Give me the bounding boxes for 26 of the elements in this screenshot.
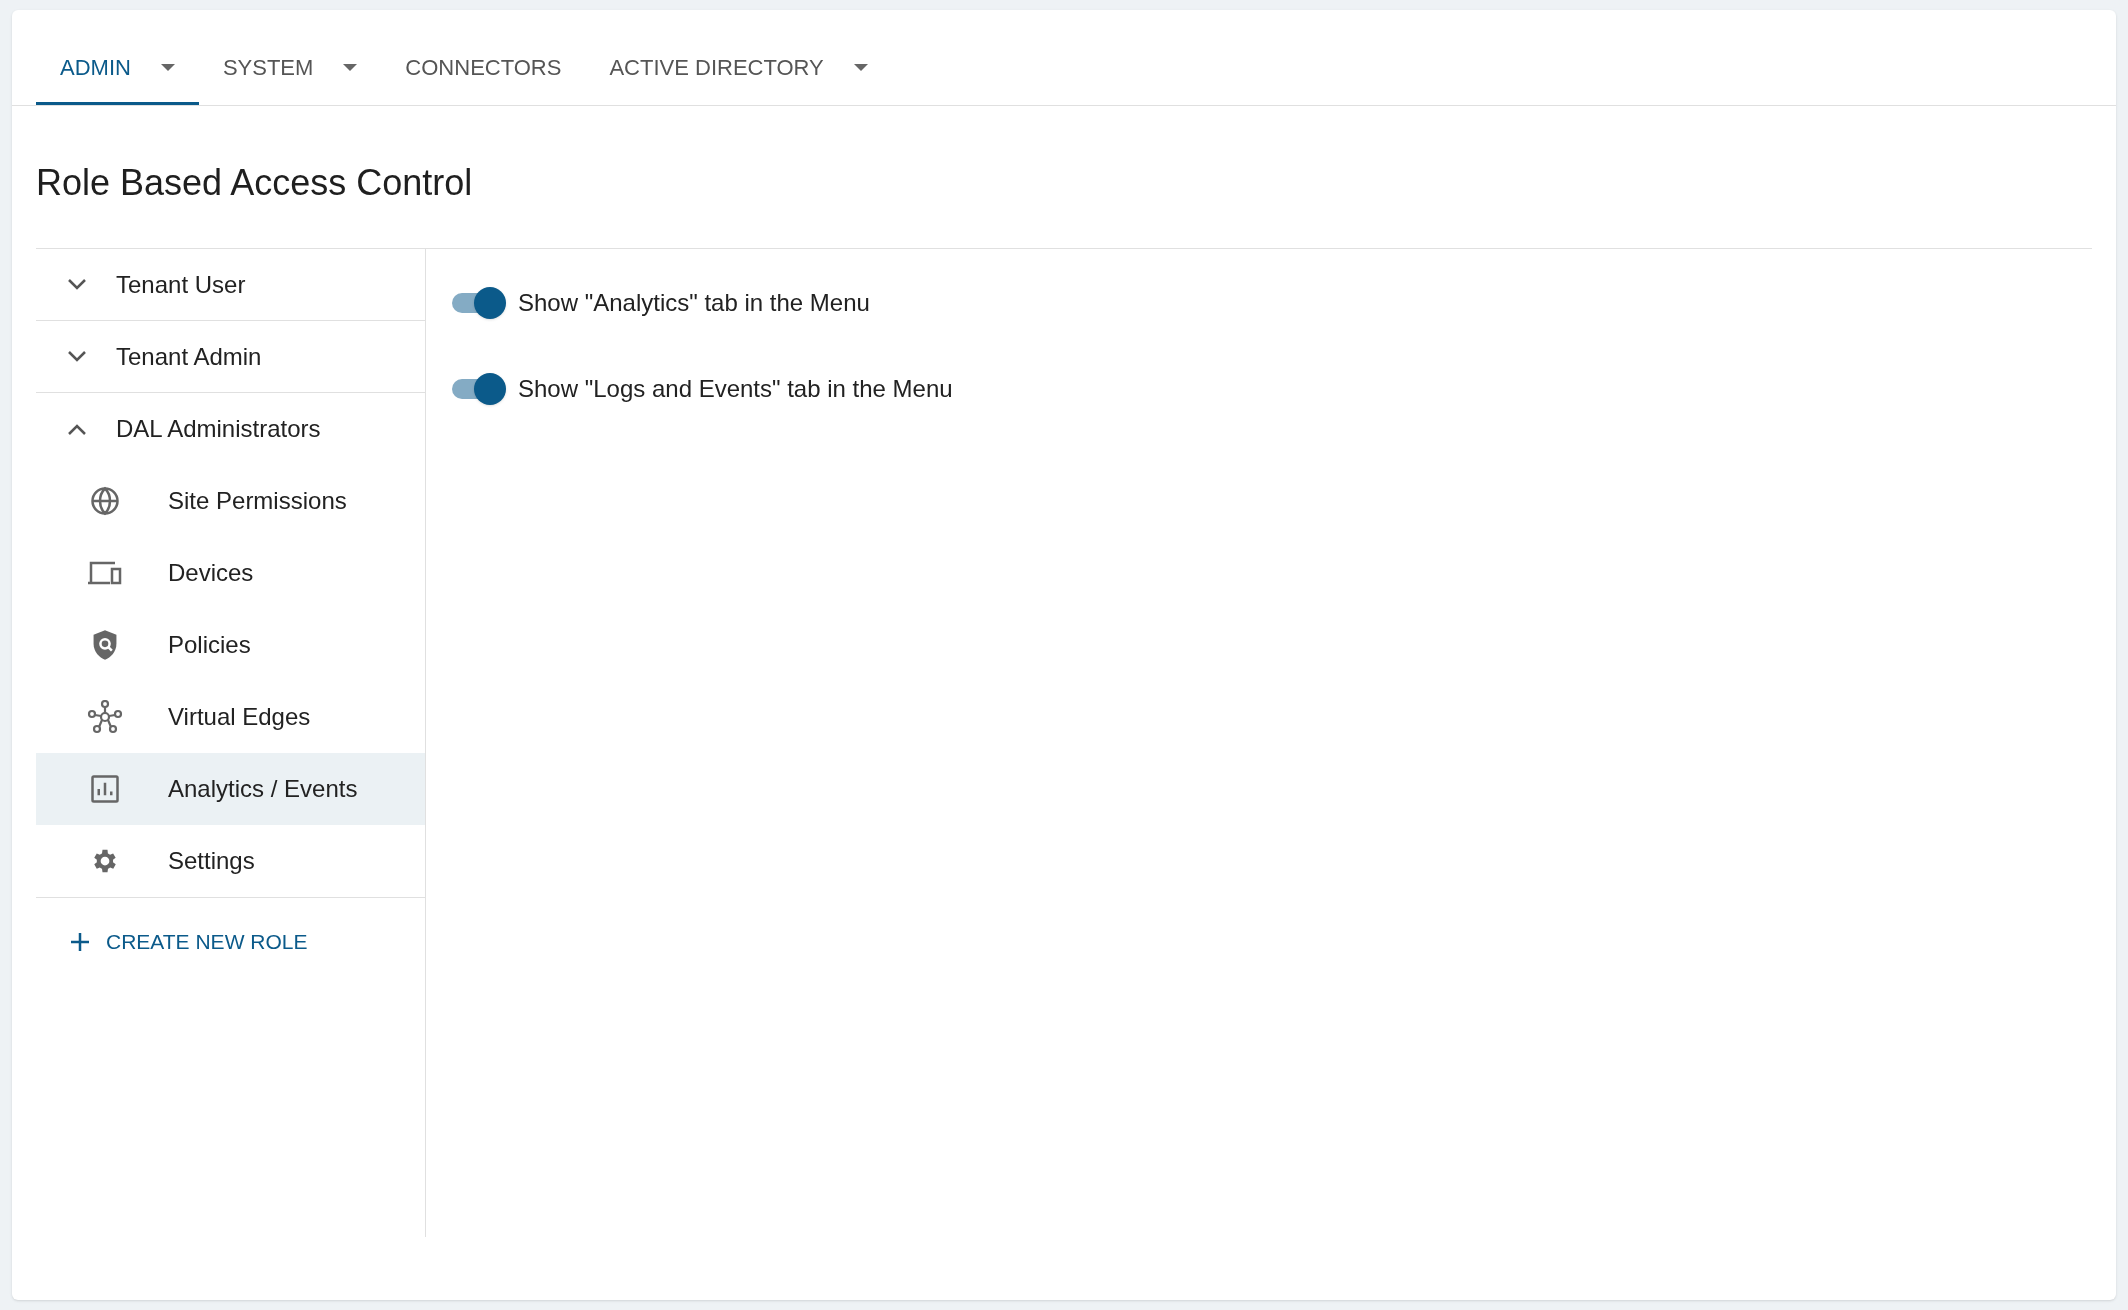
chevron-down-icon xyxy=(68,279,86,290)
network-icon xyxy=(87,700,123,734)
globe-icon xyxy=(90,486,120,516)
shield-icon xyxy=(91,629,119,661)
chevron-up-icon xyxy=(68,423,86,435)
dropdown-caret-icon xyxy=(853,63,868,72)
dropdown-caret-icon xyxy=(343,63,358,72)
role-item[interactable]: DAL Administrators xyxy=(36,393,425,465)
role-item[interactable]: Tenant Admin xyxy=(36,321,425,393)
nav-tab[interactable]: ADMIN xyxy=(36,33,199,105)
nav-tab[interactable]: CONNECTORS xyxy=(381,33,586,105)
page-title: Role Based Access Control xyxy=(36,161,474,205)
role-item[interactable]: Tenant User xyxy=(36,249,425,321)
nav-tab[interactable]: ACTIVE DIRECTORY xyxy=(585,33,892,105)
create-role-button[interactable]: CREATE NEW ROLE xyxy=(68,920,310,964)
toggle-label: Show "Analytics" tab in the Menu xyxy=(518,288,870,318)
toggle-switch[interactable] xyxy=(450,287,506,319)
permission-item[interactable]: Analytics / Events xyxy=(36,753,425,825)
plus-icon xyxy=(70,931,90,952)
chevron-down-icon xyxy=(68,351,86,362)
bar-chart-icon xyxy=(90,774,120,804)
toggle-switch[interactable] xyxy=(450,373,506,405)
devices-icon xyxy=(87,560,123,586)
toggle-label: Show "Logs and Events" tab in the Menu xyxy=(518,374,953,404)
dropdown-caret-icon xyxy=(160,63,175,72)
nav-tab[interactable]: SYSTEM xyxy=(198,33,382,105)
